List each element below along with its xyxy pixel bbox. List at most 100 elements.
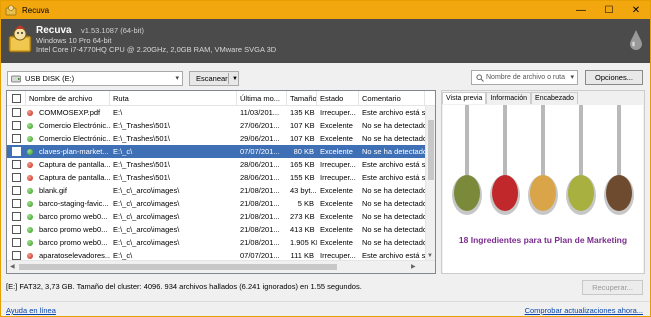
status-ok-icon: [27, 123, 33, 129]
file-path: E:\_c\_arco\images\: [113, 186, 180, 195]
scan-status-text: [E:] FAT32, 3,73 GB. Tamaño del cluster:…: [6, 282, 362, 291]
file-checkbox[interactable]: [12, 121, 21, 130]
file-path: E:\: [113, 108, 123, 117]
file-comment: No se ha detectado: [362, 121, 425, 130]
scroll-right-arrow-icon[interactable]: ▶: [411, 263, 416, 270]
file-state: Irrecuper...: [320, 160, 356, 169]
file-size: 135 KB: [290, 108, 315, 117]
file-row[interactable]: barco promo web0... E:\_c\_arco\images\ 21…: [7, 223, 435, 236]
column-header-state[interactable]: Estado: [317, 91, 359, 106]
file-checkbox[interactable]: [12, 134, 21, 143]
file-checkbox[interactable]: [12, 251, 21, 260]
file-row[interactable]: COMMOSEXP.pdf E:\ 11/03/201... 135 KB Irrecu…: [7, 106, 435, 119]
file-row[interactable]: Captura de pantalla... E:\_Trashes\501\ 28…: [7, 158, 435, 171]
column-header-modified[interactable]: Última mo...: [237, 91, 287, 106]
app-version: v1.53.1087 (64-bit): [81, 26, 144, 35]
file-path: E:\_Trashes\501\: [113, 134, 170, 143]
tab-preview[interactable]: Vista previa: [442, 92, 487, 104]
file-checkbox[interactable]: [12, 173, 21, 182]
file-state: Excelente: [320, 238, 353, 247]
file-checkbox[interactable]: [12, 147, 21, 156]
maximize-button[interactable]: ☐: [595, 1, 623, 19]
window-title: Recuva: [22, 5, 50, 15]
scroll-down-arrow-icon[interactable]: ▼: [427, 253, 433, 259]
file-path: E:\_Trashes\501\: [113, 121, 170, 130]
file-modified: 29/06/201...: [240, 134, 280, 143]
file-checkbox[interactable]: [12, 160, 21, 169]
file-state: Excelente: [320, 134, 353, 143]
file-comment: No se ha detectado: [362, 212, 425, 221]
file-size: 155 KB: [290, 173, 315, 182]
file-list: Nombre de archivo Ruta Última mo... Tama…: [6, 90, 436, 274]
file-checkbox[interactable]: [12, 212, 21, 221]
status-ok-icon: [27, 136, 33, 142]
file-row[interactable]: barco promo web0... E:\_c\_arco\images\ 21…: [7, 236, 435, 249]
horizontal-scrollbar[interactable]: ◀ ▶: [7, 260, 435, 273]
column-header-size[interactable]: Tamaño: [287, 91, 317, 106]
online-help-link[interactable]: Ayuda en línea: [6, 306, 56, 315]
status-unrecoverable-icon: [27, 162, 33, 168]
spice-spoon: [604, 105, 634, 215]
options-button[interactable]: Opciones...: [585, 70, 643, 85]
file-name: Comercio Electrónic...: [39, 121, 110, 130]
recover-button[interactable]: Recuperar...: [582, 280, 643, 295]
column-header-comment[interactable]: Comentario: [359, 91, 425, 106]
file-checkbox[interactable]: [12, 225, 21, 234]
file-comment: Este archivo está so: [362, 173, 425, 182]
status-ok-icon: [27, 188, 33, 194]
chevron-down-icon[interactable]: ▾: [570, 73, 574, 81]
spoons-illustration: [452, 105, 634, 215]
file-row[interactable]: blank.gif E:\_c\_arco\images\ 21/08/201...…: [7, 184, 435, 197]
column-header-name[interactable]: Nombre de archivo: [26, 91, 110, 106]
check-updates-link[interactable]: Comprobar actualizaciones ahora...: [525, 306, 643, 315]
close-button[interactable]: ✕: [622, 1, 650, 19]
file-row[interactable]: barco-staging-favic... E:\_c\_arco\images…: [7, 197, 435, 210]
tab-header[interactable]: Encabezado: [531, 92, 578, 104]
recuva-window: Recuva — ☐ ✕ Recuva v1.53.1087 (64-bit) …: [0, 0, 651, 317]
file-checkbox[interactable]: [12, 186, 21, 195]
file-state: Excelente: [320, 212, 353, 221]
file-row[interactable]: Comercio Electrónic... E:\_Trashes\501\ 27…: [7, 119, 435, 132]
vertical-scrollbar[interactable]: ▼: [425, 106, 435, 260]
file-name: barco promo web0...: [39, 225, 108, 234]
drive-select[interactable]: USB DISK (E:) ▾: [7, 71, 183, 86]
file-state: Excelente: [320, 121, 353, 130]
file-row[interactable]: barco promo web0... E:\_c\_arco\images\ 21…: [7, 210, 435, 223]
scroll-left-arrow-icon[interactable]: ◀: [10, 263, 15, 270]
filename-search-input[interactable]: Nombre de archivo o ruta ▾: [471, 70, 578, 85]
file-state: Excelente: [320, 199, 353, 208]
horizontal-scroll-thumb[interactable]: [19, 264, 337, 270]
select-all-column[interactable]: [7, 91, 26, 106]
file-size: 107 KB: [290, 121, 315, 130]
file-size: 165 KB: [290, 160, 315, 169]
os-info: Windows 10 Pro 64-bit: [36, 36, 112, 45]
scan-button[interactable]: Escanear ▼: [189, 71, 239, 86]
status-ok-icon: [27, 201, 33, 207]
column-header-path[interactable]: Ruta: [110, 91, 237, 106]
file-checkbox[interactable]: [12, 108, 21, 117]
file-size: 273 KB: [290, 212, 315, 221]
search-placeholder: Nombre de archivo o ruta: [486, 74, 565, 81]
file-path: E:\_c\_arco\images\: [113, 238, 180, 247]
title-bar: Recuva — ☐ ✕: [1, 1, 650, 19]
file-modified: 21/08/201...: [240, 212, 280, 221]
file-modified: 21/08/201...: [240, 199, 280, 208]
vertical-scroll-thumb[interactable]: [428, 120, 434, 180]
file-checkbox[interactable]: [12, 238, 21, 247]
tab-information[interactable]: Información: [486, 92, 532, 104]
file-name: claves-plan-market...: [39, 147, 109, 156]
status-ok-icon: [27, 214, 33, 220]
file-row[interactable]: Comercio Electrónic... E:\_Trashes\501\ 29…: [7, 132, 435, 145]
recuva-logo-icon: [8, 25, 32, 53]
file-row[interactable]: Captura de pantalla... E:\_Trashes\501\ 28…: [7, 171, 435, 184]
scan-options-arrow-icon[interactable]: ▼: [229, 76, 238, 82]
select-all-checkbox[interactable]: [12, 94, 21, 103]
file-path: E:\_c\_arco\images\: [113, 212, 180, 221]
file-checkbox[interactable]: [12, 199, 21, 208]
app-header: Recuva v1.53.1087 (64-bit) Windows 10 Pr…: [1, 19, 650, 63]
minimize-button[interactable]: —: [567, 1, 595, 19]
spice-spoon: [528, 105, 558, 215]
file-row[interactable]: claves-plan-market... E:\_c\ 07/07/201... 8…: [7, 145, 435, 158]
file-modified: 28/06/201...: [240, 160, 280, 169]
recuva-app-icon: [5, 5, 17, 16]
